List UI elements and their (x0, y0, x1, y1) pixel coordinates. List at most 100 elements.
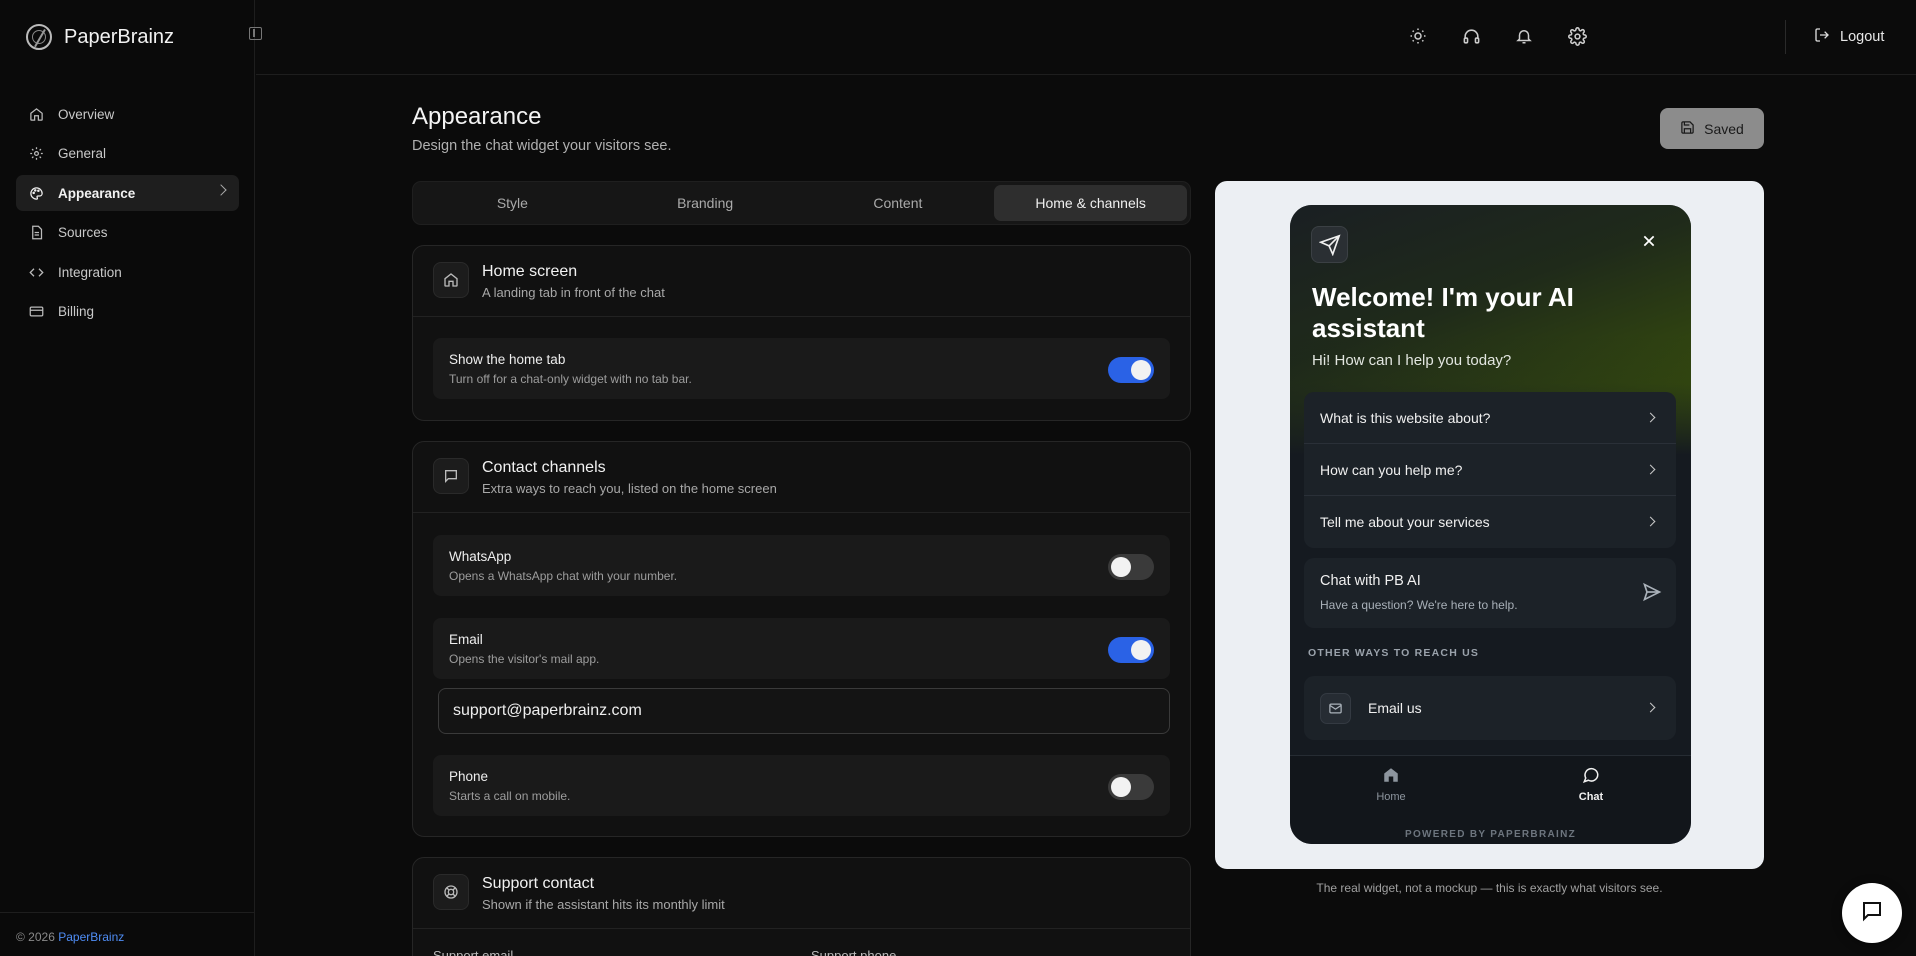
sidebar-item-billing[interactable]: Billing (16, 294, 239, 330)
sidebar: PaperBrainz Overview General Appearance (0, 0, 255, 956)
card-header: Home screen A landing tab in front of th… (413, 246, 1190, 317)
show-home-tab-toggle[interactable] (1108, 357, 1154, 383)
row-subtitle: Opens the visitor's mail app. (449, 652, 600, 666)
chat-card-subtitle: Have a question? We're here to help. (1320, 598, 1518, 612)
sidebar-nav: Overview General Appearance Sources Inte… (16, 96, 239, 333)
send-icon (1642, 582, 1662, 607)
question-item[interactable]: What is this website about? (1304, 392, 1676, 444)
home-screen-card: Home screen A landing tab in front of th… (412, 245, 1191, 421)
chat-bubble-icon (1582, 766, 1600, 787)
sidebar-item-label: General (58, 146, 107, 161)
gear-icon (28, 146, 44, 162)
sun-icon[interactable] (1408, 26, 1428, 46)
headset-icon[interactable] (1461, 26, 1481, 46)
email-row: Email Opens the visitor's mail app. (433, 618, 1170, 679)
sidebar-item-general[interactable]: General (16, 136, 239, 172)
question-item[interactable]: Tell me about your services (1304, 496, 1676, 548)
sidebar-item-label: Overview (58, 106, 115, 122)
show-home-tab-row: Show the home tab Turn off for a chat-on… (433, 338, 1170, 399)
home-icon (433, 262, 469, 298)
card-icon (28, 304, 44, 320)
page-title: Appearance (412, 103, 542, 130)
row-title: WhatsApp (449, 549, 512, 564)
chat-launcher-button[interactable] (1842, 883, 1902, 943)
logout-button[interactable]: Logout (1814, 27, 1884, 47)
tab-content[interactable]: Content (802, 185, 995, 221)
row-title: Phone (449, 769, 489, 784)
home-icon (28, 106, 44, 122)
contact-channels-card: Contact channels Extra ways to reach you… (412, 441, 1191, 837)
bell-icon[interactable] (1514, 26, 1534, 46)
logout-label: Logout (1840, 29, 1885, 45)
support-phone-label: Support phone (811, 948, 897, 956)
phone-toggle[interactable] (1108, 774, 1154, 800)
document-icon (28, 225, 44, 241)
close-icon[interactable] (1642, 234, 1656, 253)
card-subtitle: A landing tab in front of the chat (482, 285, 665, 300)
card-subtitle: Extra ways to reach you, listed on the h… (482, 481, 777, 496)
paper-plane-icon (1311, 226, 1348, 263)
card-subtitle: Shown if the assistant hits its monthly … (482, 897, 725, 912)
chat-card-title: Chat with PB AI (1320, 573, 1421, 589)
appearance-tabs: Style Branding Content Home & channels (412, 181, 1191, 225)
row-subtitle: Turn off for a chat-only widget with no … (449, 372, 692, 386)
card-title: Support contact (482, 875, 595, 892)
sidebar-item-label: Billing (58, 304, 95, 319)
question-label: What is this website about? (1320, 409, 1491, 426)
brand-name: PaperBrainz (64, 25, 175, 48)
sidebar-item-label: Appearance (58, 185, 136, 201)
preview-caption: The real widget, not a mockup — this is … (1316, 881, 1663, 895)
powered-by-text: POWERED BY PAPERBRAINZ (1404, 829, 1577, 840)
chat-square-icon (433, 458, 469, 494)
saved-button[interactable]: Saved (1660, 108, 1764, 149)
sidebar-footer: © 2026 PaperBrainz (0, 912, 255, 956)
whatsapp-row: WhatsApp Opens a WhatsApp chat with your… (433, 535, 1170, 596)
sidebar-item-integration[interactable]: Integration (16, 254, 239, 290)
home-filled-icon (1382, 766, 1400, 787)
whatsapp-toggle[interactable] (1108, 554, 1154, 580)
topbar-icons (1408, 26, 1587, 46)
question-label: How can you help me? (1320, 461, 1463, 478)
sidebar-item-overview[interactable]: Overview (16, 96, 239, 132)
mail-icon (1320, 693, 1351, 724)
email-us-label: Email us (1368, 700, 1422, 716)
email-us-item[interactable]: Email us (1304, 676, 1676, 740)
sidebar-item-sources[interactable]: Sources (16, 215, 239, 251)
page-subtitle: Design the chat widget your visitors see… (412, 138, 672, 154)
phone-row: Phone Starts a call on mobile. (433, 755, 1170, 816)
widget-tab-chat[interactable]: Chat (1561, 766, 1621, 803)
topbar-divider (1785, 20, 1786, 54)
card-title: Home screen (482, 263, 578, 280)
card-title: Contact channels (482, 459, 606, 476)
logout-icon (1814, 27, 1830, 47)
brand-logo-icon (26, 24, 52, 50)
email-field[interactable] (438, 688, 1170, 734)
question-item[interactable]: How can you help me? (1304, 444, 1676, 496)
chat-square-icon (1860, 899, 1884, 928)
footer-brand-link[interactable]: PaperBrainz (58, 930, 124, 944)
tab-label: Home (1376, 791, 1406, 803)
tab-home-channels[interactable]: Home & channels (994, 185, 1187, 221)
chat-widget: Welcome! I'm your AI assistant Hi! How c… (1290, 205, 1691, 844)
lifebuoy-icon (433, 874, 469, 910)
gear-icon[interactable] (1567, 26, 1587, 46)
chat-with-ai-card[interactable]: Chat with PB AI Have a question? We're h… (1304, 558, 1676, 628)
widget-tab-home[interactable]: Home (1361, 766, 1421, 803)
chevron-right-icon (1645, 702, 1656, 713)
save-icon (1680, 120, 1695, 138)
widget-tab-bar: Home Chat POWERED BY PAPERBRAINZ (1290, 755, 1691, 844)
widget-preview: Welcome! I'm your AI assistant Hi! How c… (1215, 181, 1764, 869)
card-header: Support contact Shown if the assistant h… (413, 858, 1190, 929)
sidebar-item-appearance[interactable]: Appearance (16, 175, 239, 211)
card-header: Contact channels Extra ways to reach you… (413, 442, 1190, 513)
sidebar-item-label: Sources (58, 225, 108, 240)
brand[interactable]: PaperBrainz (26, 24, 174, 50)
tab-style[interactable]: Style (416, 185, 609, 221)
email-toggle[interactable] (1108, 637, 1154, 663)
widget-title: Welcome! I'm your AI assistant (1312, 282, 1574, 343)
tab-branding[interactable]: Branding (609, 185, 802, 221)
copyright-text: © 2026 (16, 930, 59, 944)
palette-icon (28, 185, 44, 201)
chevron-right-icon (1645, 516, 1656, 527)
sidebar-item-label: Integration (58, 264, 122, 280)
